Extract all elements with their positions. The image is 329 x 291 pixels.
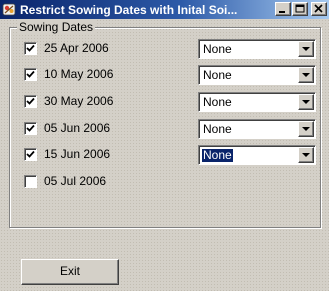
sowing-date-label: 25 Apr 2006 xyxy=(44,41,109,55)
sowing-date-label: 30 May 2006 xyxy=(44,94,114,108)
sowing-date-label: 05 Jun 2006 xyxy=(44,121,111,135)
checkmark-icon xyxy=(26,124,35,132)
chevron-down-icon xyxy=(302,153,310,157)
minimize-button[interactable] xyxy=(275,2,291,16)
close-icon xyxy=(314,4,323,13)
sowing-date-label: 05 Jul 2006 xyxy=(44,174,107,188)
minimize-icon xyxy=(279,11,285,13)
dialog-window: Restrict Sowing Dates with Inital Soi...… xyxy=(0,0,329,291)
group-label: Sowing Dates xyxy=(17,20,96,34)
sowing-date-checkbox[interactable] xyxy=(24,122,37,135)
soil-condition-select[interactable]: None xyxy=(198,145,316,165)
sowing-date-checkbox[interactable] xyxy=(24,42,37,55)
soil-condition-select[interactable]: None xyxy=(198,92,316,112)
checkmark-icon xyxy=(26,150,35,158)
maximize-button[interactable] xyxy=(292,2,308,16)
soil-condition-select[interactable]: None xyxy=(198,119,316,139)
app-icon xyxy=(2,2,17,17)
maximize-icon xyxy=(295,4,305,13)
select-value: None xyxy=(203,122,232,136)
select-value: None xyxy=(203,68,232,82)
dropdown-button[interactable] xyxy=(298,41,314,57)
chevron-down-icon xyxy=(302,47,310,51)
sowing-date-checkbox[interactable] xyxy=(24,148,37,161)
close-button[interactable] xyxy=(311,2,327,16)
sowing-date-checkbox[interactable] xyxy=(24,68,37,81)
checkmark-icon xyxy=(26,70,35,78)
soil-condition-select[interactable]: None xyxy=(198,65,316,85)
dropdown-button[interactable] xyxy=(298,67,314,83)
sowing-date-checkbox[interactable] xyxy=(24,175,37,188)
select-value: None xyxy=(203,95,232,109)
window-title: Restrict Sowing Dates with Inital Soi... xyxy=(20,3,238,17)
dropdown-button[interactable] xyxy=(298,94,314,110)
exit-button[interactable]: Exit xyxy=(21,259,119,285)
dropdown-button[interactable] xyxy=(298,121,314,137)
sowing-date-label: 10 May 2006 xyxy=(44,67,114,81)
checkmark-icon xyxy=(26,97,35,105)
title-bar[interactable]: Restrict Sowing Dates with Inital Soi... xyxy=(0,0,329,19)
checkmark-icon xyxy=(26,44,35,52)
soil-condition-select[interactable]: None xyxy=(198,39,316,59)
chevron-down-icon xyxy=(302,100,310,104)
select-value: None xyxy=(203,42,232,56)
sowing-date-checkbox[interactable] xyxy=(24,95,37,108)
dropdown-button[interactable] xyxy=(298,147,314,163)
chevron-down-icon xyxy=(302,73,310,77)
chevron-down-icon xyxy=(302,127,310,131)
sowing-date-label: 15 Jun 2006 xyxy=(44,147,111,161)
select-value: None xyxy=(202,148,233,162)
